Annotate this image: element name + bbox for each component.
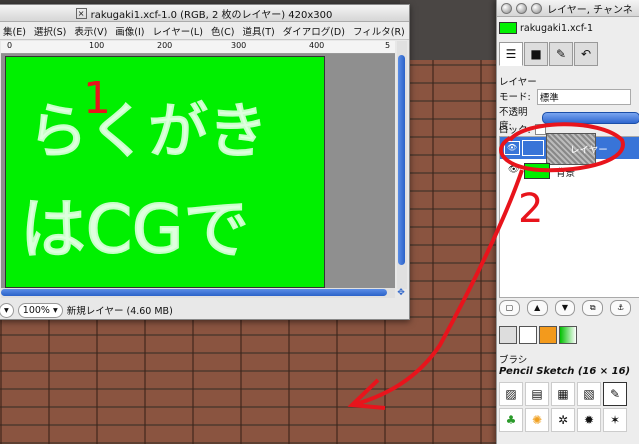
- brush-item[interactable]: ✹: [577, 408, 601, 432]
- image-window-titlebar[interactable]: × rakugaki1.xcf-1.0 (RGB, 2 枚のレイヤー) 420x…: [0, 5, 409, 22]
- tab-channels[interactable]: ■: [524, 42, 548, 66]
- lower-layer-button[interactable]: ▼: [554, 300, 576, 316]
- ruler-tick: 100: [89, 41, 105, 50]
- tab-colors[interactable]: [499, 326, 517, 344]
- mode-select[interactable]: 標準: [536, 89, 631, 105]
- menu-colors[interactable]: 色(C): [211, 24, 235, 38]
- close-icon[interactable]: [501, 2, 512, 14]
- ruler-tick: 300: [231, 41, 247, 50]
- layers-dock: レイヤー, チャンネ rakugaki1.xcf-1 ☰ ■ ✎ ↶ レイヤー …: [496, 0, 639, 444]
- image-name: rakugaki1.xcf-1: [520, 22, 593, 34]
- menu-image[interactable]: 画像(I): [115, 24, 144, 38]
- canvas-area[interactable]: らくがき はCGで: [1, 54, 395, 288]
- tab-patterns[interactable]: [539, 326, 557, 344]
- menu-view[interactable]: 表示(V): [74, 24, 107, 38]
- menu-bar: 集(E) 選択(S) 表示(V) 画像(I) レイヤー(L) 色(C) 道具(T…: [0, 22, 409, 40]
- lock-alpha-checkbox[interactable]: [534, 123, 546, 135]
- layer-list[interactable]: 👁 レイヤー 👁 背景: [499, 133, 639, 298]
- duplicate-layer-button[interactable]: ⧉: [582, 300, 604, 316]
- anchor-layer-button[interactable]: ⚓: [610, 300, 631, 316]
- horizontal-scrollbar[interactable]: [1, 288, 395, 298]
- close-icon[interactable]: ×: [75, 7, 87, 19]
- menu-tools[interactable]: 道具(T): [242, 24, 274, 38]
- eye-icon[interactable]: 👁: [504, 141, 520, 155]
- dock-tabs: ☰ ■ ✎ ↶: [499, 42, 638, 66]
- image-selector[interactable]: rakugaki1.xcf-1: [499, 20, 638, 36]
- opacity-slider[interactable]: [541, 112, 639, 124]
- scribble-line1: らくがき: [28, 97, 268, 167]
- ruler-tick: 400: [309, 41, 325, 50]
- ruler-tick: 0: [7, 41, 13, 50]
- unit-combo[interactable]: ▾: [0, 302, 14, 318]
- brush-name: Pencil Sketch (16 × 16): [499, 366, 631, 377]
- new-layer-button[interactable]: ▢: [499, 300, 520, 316]
- menu-filters[interactable]: フィルタ(R): [353, 24, 405, 38]
- zoom-value: 100%: [22, 304, 50, 316]
- layer-name: 背景: [556, 168, 576, 179]
- scribble-drawing: らくがき はCGで: [19, 96, 269, 269]
- ruler-tick: 200: [157, 41, 173, 50]
- mode-label: モード:: [499, 92, 531, 103]
- mode-row: モード: 標準: [499, 89, 631, 105]
- layer-thumbnail: [522, 140, 544, 156]
- brush-item[interactable]: ▦: [551, 382, 575, 406]
- brush-item-selected[interactable]: ✎: [603, 382, 627, 406]
- tab-undo[interactable]: ↶: [574, 42, 598, 66]
- brush-item[interactable]: ✺: [525, 408, 549, 432]
- eye-icon[interactable]: 👁: [508, 165, 519, 175]
- image-window: × rakugaki1.xcf-1.0 (RGB, 2 枚のレイヤー) 420x…: [0, 4, 410, 320]
- layer-row[interactable]: 👁 背景: [500, 161, 639, 181]
- tab-gradients[interactable]: [559, 326, 577, 344]
- vertical-scrollbar[interactable]: [397, 41, 407, 289]
- raise-layer-button[interactable]: ▲: [526, 300, 548, 316]
- brush-item[interactable]: ▤: [525, 382, 549, 406]
- tab-layers[interactable]: ☰: [499, 42, 523, 66]
- menu-select[interactable]: 選択(S): [34, 24, 66, 38]
- image-canvas[interactable]: らくがき はCGで: [5, 56, 325, 288]
- horizontal-scroll-thumb[interactable]: [1, 289, 387, 296]
- minimize-icon[interactable]: [516, 2, 527, 14]
- lock-label: ロック:: [499, 125, 531, 136]
- status-text: 新規レイヤー (4.60 MB): [66, 306, 173, 317]
- layers-label: レイヤー: [499, 77, 537, 88]
- scribble-line2: はCGで: [20, 191, 249, 268]
- zoom-icon[interactable]: [531, 2, 542, 14]
- layer-buttons: ▢ ▲ ▼ ⧉ ⚓: [499, 300, 638, 318]
- menu-edit[interactable]: 集(E): [3, 24, 26, 38]
- tab-brushes[interactable]: [519, 326, 537, 344]
- horizontal-ruler[interactable]: 0 100 200 300 400 5: [1, 41, 395, 54]
- brushes-label: ブラシ: [499, 355, 528, 366]
- dock-titlebar[interactable]: レイヤー, チャンネ: [497, 0, 639, 17]
- ruler-tick: 5: [385, 41, 391, 50]
- image-thumbnail: [499, 22, 517, 34]
- dock2-tabs: [499, 326, 579, 344]
- tab-paths[interactable]: ✎: [549, 42, 573, 66]
- zoom-combo[interactable]: 100% ▾: [17, 302, 63, 318]
- brush-item[interactable]: ✲: [551, 408, 575, 432]
- brush-item[interactable]: ✶: [603, 408, 627, 432]
- dock-title: レイヤー, チャンネ: [547, 4, 633, 16]
- layer-row-selected[interactable]: 👁 レイヤー: [500, 133, 639, 165]
- menu-layer[interactable]: レイヤー(L): [153, 24, 203, 38]
- navigate-icon[interactable]: ✥: [395, 288, 407, 298]
- lock-row: ロック:: [499, 122, 546, 136]
- brush-item[interactable]: ▧: [577, 382, 601, 406]
- vertical-scroll-thumb[interactable]: [398, 55, 405, 265]
- status-bar: ▾ 100% ▾ 新規レイヤー (4.60 MB): [0, 301, 409, 319]
- desktop-shadow: [400, 0, 500, 60]
- brush-item[interactable]: ♣: [499, 408, 523, 432]
- brush-grid: ▨ ▤ ▦ ▧ ✎ ♣ ✺ ✲ ✹ ✶: [499, 382, 638, 444]
- layer-name: レイヤー: [570, 145, 608, 156]
- image-window-title: rakugaki1.xcf-1.0 (RGB, 2 枚のレイヤー) 420x30…: [90, 9, 333, 21]
- brush-item[interactable]: ▨: [499, 382, 523, 406]
- layer-thumbnail: [524, 163, 550, 179]
- menu-dialogs[interactable]: ダイアログ(D): [283, 24, 345, 38]
